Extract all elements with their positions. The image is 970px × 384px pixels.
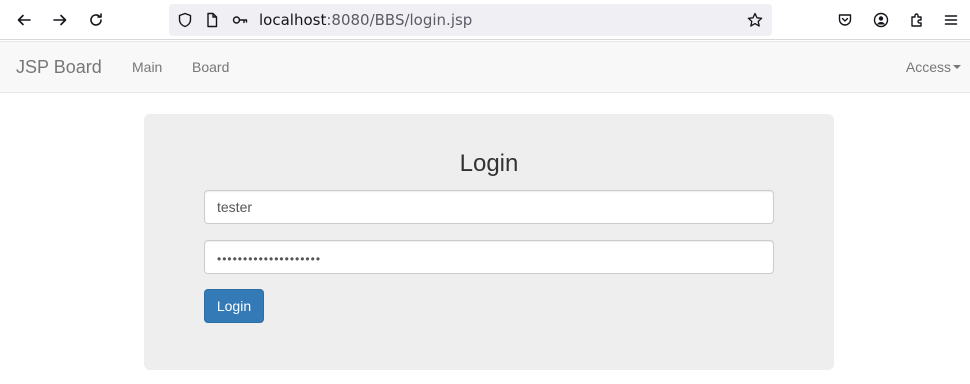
url-text[interactable]: localhost:8080/BBS/login.jsp bbox=[259, 11, 472, 29]
extensions-icon[interactable] bbox=[905, 8, 929, 32]
url-bar[interactable]: localhost:8080/BBS/login.jsp bbox=[169, 4, 772, 36]
nav-link-board[interactable]: Board bbox=[192, 59, 229, 75]
url-path: :8080/BBS/login.jsp bbox=[326, 11, 473, 29]
page-icon[interactable] bbox=[204, 12, 220, 28]
key-icon[interactable] bbox=[232, 12, 248, 28]
url-host: localhost bbox=[259, 11, 327, 29]
nav-link-main[interactable]: Main bbox=[132, 59, 162, 75]
navbar: JSP Board Main Board Access bbox=[0, 41, 970, 93]
shield-icon[interactable] bbox=[177, 12, 193, 28]
browser-toolbar: localhost:8080/BBS/login.jsp bbox=[0, 0, 970, 40]
login-button[interactable]: Login bbox=[204, 289, 264, 323]
bookmark-star-icon[interactable] bbox=[747, 12, 763, 28]
account-icon[interactable] bbox=[869, 8, 893, 32]
caret-down-icon bbox=[953, 65, 961, 69]
forward-arrow-icon[interactable] bbox=[48, 8, 72, 32]
password-input[interactable] bbox=[204, 240, 774, 274]
access-dropdown[interactable]: Access bbox=[906, 59, 961, 75]
reload-icon[interactable] bbox=[84, 8, 108, 32]
username-input[interactable] bbox=[204, 190, 774, 224]
access-dropdown-label: Access bbox=[905, 59, 951, 75]
menu-icon[interactable] bbox=[939, 8, 963, 32]
pocket-icon[interactable] bbox=[833, 8, 857, 32]
back-arrow-icon[interactable] bbox=[12, 8, 36, 32]
login-panel: Login Login bbox=[144, 114, 834, 370]
navbar-brand[interactable]: JSP Board bbox=[16, 57, 102, 78]
login-title: Login bbox=[459, 150, 519, 177]
